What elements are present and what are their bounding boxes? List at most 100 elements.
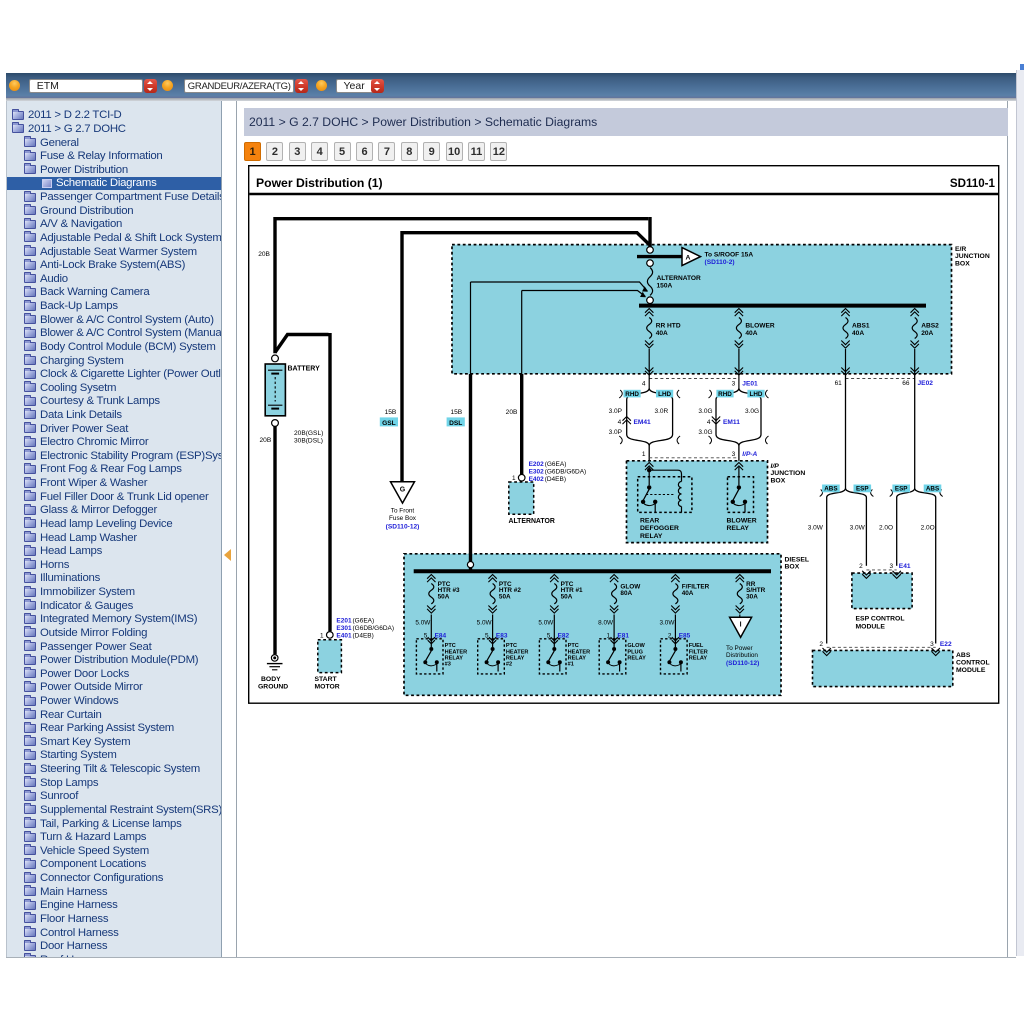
svg-text:E402: E402 bbox=[529, 476, 545, 483]
svg-text:E302: E302 bbox=[529, 468, 545, 475]
svg-text:BATTERY: BATTERY bbox=[288, 366, 321, 373]
svg-text:BLOWER: BLOWER bbox=[727, 518, 757, 525]
svg-text:50A: 50A bbox=[561, 593, 573, 600]
svg-text:DEFOGGER: DEFOGGER bbox=[640, 525, 679, 532]
svg-text:#2: #2 bbox=[506, 662, 512, 668]
svg-text:(G6DB/G6DA): (G6DB/G6DA) bbox=[353, 625, 395, 632]
svg-text:150A: 150A bbox=[657, 282, 673, 289]
svg-text:4: 4 bbox=[707, 419, 711, 426]
svg-text:5.0W: 5.0W bbox=[538, 620, 554, 627]
svg-text:BLOWER: BLOWER bbox=[745, 323, 775, 330]
svg-text:3: 3 bbox=[732, 451, 736, 458]
svg-text:E/R: E/R bbox=[955, 246, 966, 253]
svg-text:EM11: EM11 bbox=[723, 419, 740, 426]
svg-text:GLOW: GLOW bbox=[627, 643, 645, 649]
svg-text:I: I bbox=[740, 622, 742, 629]
svg-text:START: START bbox=[315, 676, 338, 683]
svg-text:4: 4 bbox=[642, 381, 646, 388]
svg-text:CONTROL: CONTROL bbox=[956, 660, 990, 667]
svg-text:1: 1 bbox=[642, 451, 646, 458]
svg-text:RHD: RHD bbox=[625, 391, 639, 398]
svg-text:MODULE: MODULE bbox=[956, 667, 986, 674]
svg-text:30A: 30A bbox=[746, 593, 758, 600]
svg-text:GROUND: GROUND bbox=[258, 684, 288, 691]
svg-text:SD110-1: SD110-1 bbox=[950, 177, 996, 190]
svg-text:2.0O: 2.0O bbox=[921, 525, 935, 532]
svg-text:ABS: ABS bbox=[956, 652, 971, 659]
svg-text:BOX: BOX bbox=[785, 564, 800, 571]
svg-text:E202: E202 bbox=[529, 461, 545, 468]
svg-text:To Front: To Front bbox=[391, 508, 415, 515]
svg-text:15B: 15B bbox=[385, 409, 397, 416]
svg-text:BOX: BOX bbox=[771, 477, 786, 484]
svg-text:(G6EA): (G6EA) bbox=[353, 617, 375, 624]
svg-text:4: 4 bbox=[618, 419, 622, 426]
svg-text:1: 1 bbox=[512, 475, 516, 482]
svg-text:RELAY: RELAY bbox=[689, 655, 708, 661]
svg-text:50A: 50A bbox=[438, 593, 450, 600]
svg-text:LHD: LHD bbox=[658, 391, 671, 398]
svg-text:RHD: RHD bbox=[718, 391, 732, 398]
svg-text:ABS: ABS bbox=[926, 486, 939, 493]
svg-text:DSL: DSL bbox=[449, 420, 462, 427]
svg-text:80A: 80A bbox=[620, 590, 632, 597]
svg-text:MODULE: MODULE bbox=[856, 624, 886, 631]
svg-text:20B: 20B bbox=[260, 437, 272, 444]
svg-text:66: 66 bbox=[902, 380, 910, 387]
svg-text:3.0G: 3.0G bbox=[698, 429, 712, 436]
svg-text:(D4EB): (D4EB) bbox=[545, 476, 566, 483]
svg-text:E201: E201 bbox=[336, 617, 352, 624]
svg-text:I/P-A: I/P-A bbox=[742, 451, 757, 458]
svg-text:(SD110-12): (SD110-12) bbox=[386, 523, 420, 530]
svg-text:3: 3 bbox=[732, 381, 736, 388]
svg-text:(G6EA): (G6EA) bbox=[545, 461, 567, 468]
svg-text:(D4EB): (D4EB) bbox=[353, 632, 374, 639]
svg-text:2: 2 bbox=[819, 641, 823, 648]
svg-text:3.0G: 3.0G bbox=[698, 408, 712, 415]
svg-text:REAR: REAR bbox=[640, 518, 659, 525]
svg-text:Fuse Box: Fuse Box bbox=[389, 515, 417, 522]
svg-text:40A: 40A bbox=[745, 330, 757, 337]
svg-text:5.0W: 5.0W bbox=[415, 620, 431, 627]
svg-text:RELAY: RELAY bbox=[640, 533, 663, 540]
svg-text:RELAY: RELAY bbox=[727, 525, 750, 532]
svg-text:ABS2: ABS2 bbox=[921, 323, 939, 330]
svg-text:3.0R: 3.0R bbox=[655, 408, 669, 415]
svg-text:RELAY: RELAY bbox=[506, 655, 525, 661]
svg-text:BODY: BODY bbox=[261, 676, 281, 683]
svg-text:(SD110-12): (SD110-12) bbox=[726, 660, 759, 667]
svg-text:RR HTD: RR HTD bbox=[656, 323, 681, 330]
svg-text:(SD110-2): (SD110-2) bbox=[705, 259, 735, 266]
svg-text:LHD: LHD bbox=[750, 391, 763, 398]
svg-text:PLUG: PLUG bbox=[627, 649, 643, 655]
svg-text:ABS: ABS bbox=[824, 486, 837, 493]
svg-text:E22: E22 bbox=[940, 641, 952, 648]
svg-text:DIESEL: DIESEL bbox=[785, 557, 810, 564]
svg-text:To S/ROOF 15A: To S/ROOF 15A bbox=[705, 251, 754, 258]
svg-text:5.0W: 5.0W bbox=[477, 620, 493, 627]
svg-text:61: 61 bbox=[835, 380, 843, 387]
svg-text:20A: 20A bbox=[921, 330, 933, 337]
svg-text:40A: 40A bbox=[852, 330, 864, 337]
svg-text:3.0W: 3.0W bbox=[659, 620, 675, 627]
svg-text:EM41: EM41 bbox=[634, 419, 652, 426]
svg-text:ESP CONTROL: ESP CONTROL bbox=[856, 616, 905, 623]
svg-text:JUNCTION: JUNCTION bbox=[771, 470, 806, 477]
svg-text:To Power: To Power bbox=[726, 645, 754, 652]
svg-text:3.0P: 3.0P bbox=[609, 408, 622, 415]
svg-text:E41: E41 bbox=[899, 563, 911, 570]
svg-text:30B(DSL): 30B(DSL) bbox=[294, 438, 323, 445]
svg-text:G: G bbox=[400, 487, 406, 494]
svg-text:PTC: PTC bbox=[506, 643, 517, 649]
svg-text:50A: 50A bbox=[499, 593, 511, 600]
svg-text:Power Distribution (1): Power Distribution (1) bbox=[256, 176, 383, 190]
svg-text:ALTERNATOR: ALTERNATOR bbox=[509, 518, 555, 525]
svg-text:20B: 20B bbox=[258, 251, 270, 258]
svg-text:PTC: PTC bbox=[445, 643, 456, 649]
svg-text:FILTER: FILTER bbox=[689, 649, 708, 655]
svg-text:40A: 40A bbox=[682, 590, 694, 597]
svg-text:2.0O: 2.0O bbox=[879, 525, 893, 532]
svg-text:3: 3 bbox=[889, 563, 893, 570]
svg-text:#3: #3 bbox=[445, 662, 451, 668]
svg-text:8.0W: 8.0W bbox=[598, 620, 614, 627]
